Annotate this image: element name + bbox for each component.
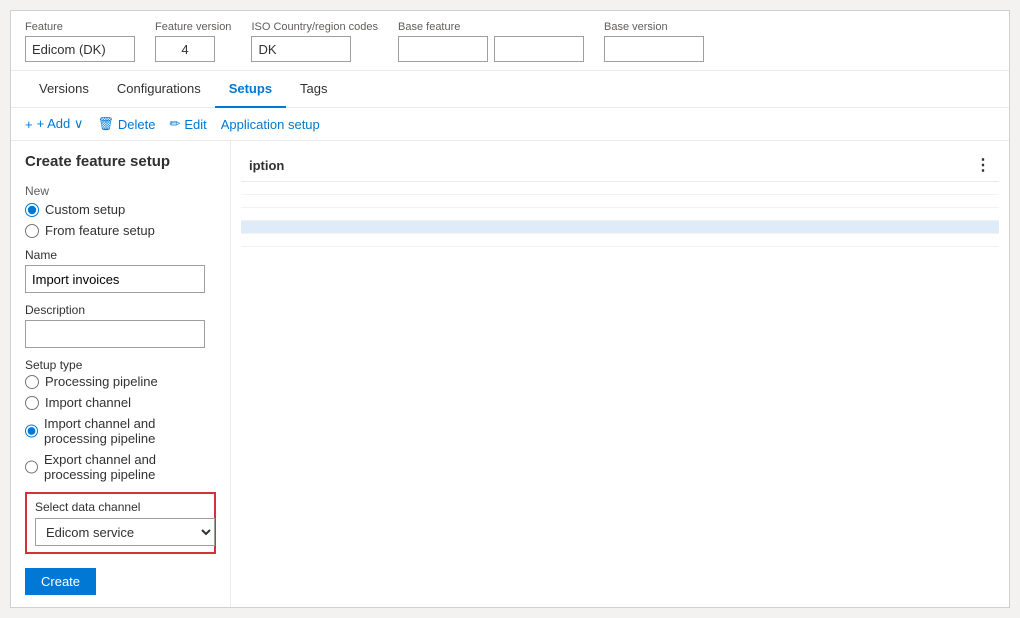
cell-description xyxy=(241,208,967,221)
edit-label: Edit xyxy=(184,117,206,132)
radio-import-channel-input[interactable] xyxy=(25,396,39,410)
radio-custom-input[interactable] xyxy=(25,203,39,217)
base-feature-label: Base feature xyxy=(398,21,584,33)
cell-dots[interactable] xyxy=(967,208,999,221)
name-label: Name xyxy=(25,248,216,262)
radio-import-channel-pipeline[interactable]: Import channel and processing pipeline xyxy=(25,416,216,446)
base-feature-input1[interactable] xyxy=(398,36,488,62)
radio-custom-setup[interactable]: Custom setup xyxy=(25,202,216,217)
main-container: Feature Feature version ISO Country/regi… xyxy=(10,10,1010,608)
radio-export-channel[interactable]: Export channel and processing pipeline xyxy=(25,452,216,482)
radio-processing-label: Processing pipeline xyxy=(45,374,158,389)
cell-description xyxy=(241,221,967,234)
feature-version-field: Feature version xyxy=(155,21,231,62)
radio-custom-label: Custom setup xyxy=(45,202,125,217)
feature-input[interactable] xyxy=(25,36,135,62)
select-data-channel-dropdown[interactable]: Edicom service Other service xyxy=(35,518,215,546)
table-row[interactable] xyxy=(241,195,999,208)
application-setup-label: Application setup xyxy=(221,117,320,132)
radio-feature-label: From feature setup xyxy=(45,223,155,238)
tab-configurations[interactable]: Configurations xyxy=(103,71,215,108)
description-label: Description xyxy=(25,303,216,317)
add-button[interactable]: + + Add ∨ xyxy=(25,116,83,132)
tabs-bar: Versions Configurations Setups Tags xyxy=(11,71,1009,108)
main-content: Create feature setup New Custom setup Fr… xyxy=(11,141,1009,607)
setup-type-group: Processing pipeline Import channel Impor… xyxy=(25,374,216,482)
table-row[interactable] xyxy=(241,234,999,247)
description-input[interactable] xyxy=(25,320,205,348)
right-panel: iption ⋮ xyxy=(231,141,1009,607)
tab-setups[interactable]: Setups xyxy=(215,71,286,108)
cell-dots[interactable] xyxy=(967,195,999,208)
toolbar: + + Add ∨ 🗑 Delete ✏ Edit Application se… xyxy=(11,108,1009,141)
header-bar: Feature Feature version ISO Country/regi… xyxy=(11,11,1009,71)
table-row[interactable] xyxy=(241,221,999,234)
setup-type-label: Setup type xyxy=(25,358,216,372)
table-header-row: iption ⋮ xyxy=(241,149,999,182)
delete-button[interactable]: 🗑 Delete xyxy=(97,116,155,132)
base-version-label: Base version xyxy=(604,21,704,33)
data-table: iption ⋮ xyxy=(241,149,999,247)
tab-versions[interactable]: Versions xyxy=(25,71,103,108)
form-title: Create feature setup xyxy=(25,153,216,170)
radio-feature-input[interactable] xyxy=(25,224,39,238)
feature-field: Feature xyxy=(25,21,135,62)
radio-import-channel[interactable]: Import channel xyxy=(25,395,216,410)
setup-type-section: Setup type Processing pipeline Import ch… xyxy=(25,358,216,482)
radio-feature-setup[interactable]: From feature setup xyxy=(25,223,216,238)
table-row[interactable] xyxy=(241,182,999,195)
table-body xyxy=(241,182,999,247)
create-button[interactable]: Create xyxy=(25,568,96,595)
base-version-field: Base version xyxy=(604,21,704,62)
edit-icon: ✏ xyxy=(169,116,180,132)
new-section: New Custom setup From feature setup xyxy=(25,184,216,238)
radio-import-channel-pipeline-label: Import channel and processing pipeline xyxy=(44,416,216,446)
iso-input[interactable] xyxy=(251,36,351,62)
radio-import-channel-label: Import channel xyxy=(45,395,131,410)
table-row[interactable] xyxy=(241,208,999,221)
left-panel: Create feature setup New Custom setup Fr… xyxy=(11,141,231,607)
radio-processing-input[interactable] xyxy=(25,375,39,389)
cell-description xyxy=(241,182,967,195)
radio-export-channel-label: Export channel and processing pipeline xyxy=(44,452,216,482)
cell-dots[interactable] xyxy=(967,221,999,234)
new-label: New xyxy=(25,184,216,198)
radio-export-channel-input[interactable] xyxy=(25,460,38,474)
tab-tags[interactable]: Tags xyxy=(286,71,341,108)
name-field: Name xyxy=(25,248,216,293)
radio-processing-pipeline[interactable]: Processing pipeline xyxy=(25,374,216,389)
edit-button[interactable]: ✏ Edit xyxy=(169,116,206,132)
iso-field: ISO Country/region codes xyxy=(251,21,378,62)
col-description-header: iption xyxy=(241,149,967,182)
select-data-channel-section: Select data channel Edicom service Other… xyxy=(25,492,216,554)
application-setup-button[interactable]: Application setup xyxy=(221,117,320,132)
cell-description xyxy=(241,234,967,247)
description-field: Description xyxy=(25,303,216,348)
trash-icon: 🗑 xyxy=(97,116,114,132)
base-version-input[interactable] xyxy=(604,36,704,62)
cell-description xyxy=(241,195,967,208)
cell-dots[interactable] xyxy=(967,234,999,247)
cell-dots[interactable] xyxy=(967,182,999,195)
new-radio-group: Custom setup From feature setup xyxy=(25,202,216,238)
select-data-channel-label: Select data channel xyxy=(35,500,206,514)
feature-version-input[interactable] xyxy=(155,36,215,62)
radio-import-channel-pipeline-input[interactable] xyxy=(25,424,38,438)
feature-version-label: Feature version xyxy=(155,21,231,33)
add-label: + Add ∨ xyxy=(37,116,84,132)
delete-label: Delete xyxy=(118,117,156,132)
name-input[interactable] xyxy=(25,265,205,293)
add-icon: + xyxy=(25,117,33,132)
base-feature-field: Base feature xyxy=(398,21,584,62)
col-dots-header: ⋮ xyxy=(967,149,999,182)
base-feature-input2[interactable] xyxy=(494,36,584,62)
feature-label: Feature xyxy=(25,21,135,33)
iso-label: ISO Country/region codes xyxy=(251,21,378,33)
